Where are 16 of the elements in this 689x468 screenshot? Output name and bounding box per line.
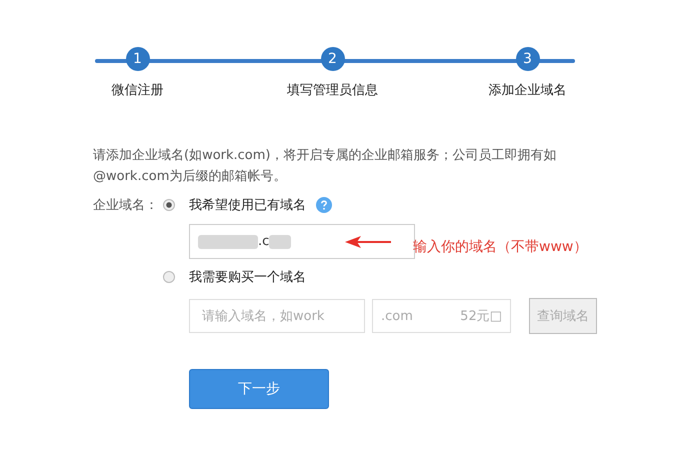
step-label: 填写管理员信息 (287, 82, 378, 99)
field-label: 企业域名： (93, 197, 159, 214)
step-label: 添加企业域名 (488, 82, 566, 99)
help-icon[interactable] (316, 197, 332, 213)
step-number: 2 (320, 47, 344, 71)
arrow-icon (345, 234, 393, 248)
step-number: 1 (126, 47, 150, 71)
step-label: 微信注册 (112, 82, 164, 99)
radio-button[interactable] (163, 271, 175, 283)
option-label[interactable]: 我需要购买一个域名 (189, 268, 306, 286)
radio-button[interactable] (163, 199, 175, 211)
option-label[interactable]: 我希望使用已有域名 (189, 196, 306, 214)
domain-search-field[interactable]: 请输入域名，如work (189, 299, 365, 333)
annotation-text: 输入你的域名（不带www） (413, 238, 588, 256)
intro-text: 请添加企业域名(如work.com)，将开启专属的企业邮箱服务；公司员工即拥有如@work.com为后缀的邮箱帐号。 (93, 147, 558, 186)
step-number: 3 (516, 47, 540, 71)
